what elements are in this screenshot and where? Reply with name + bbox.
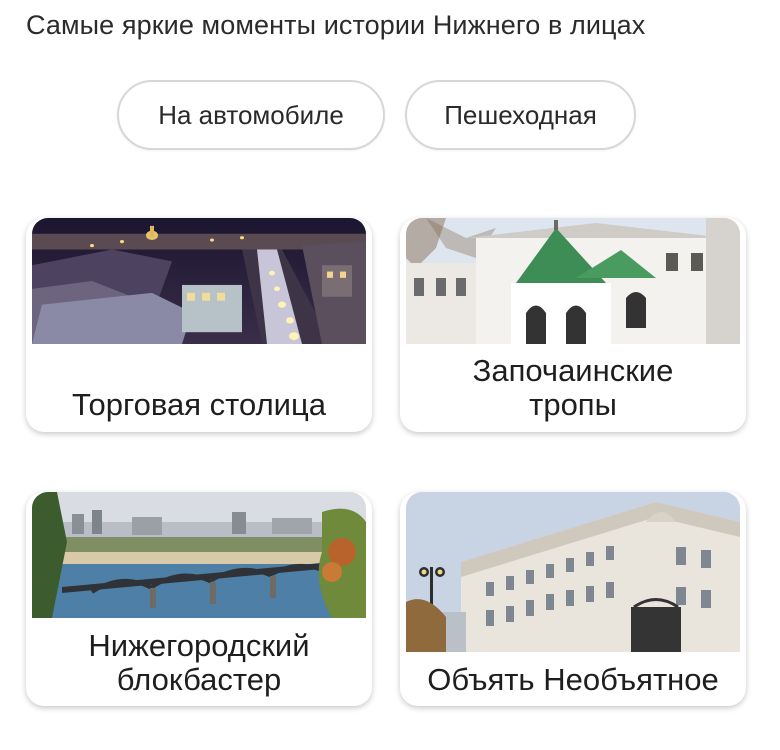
filter-walking-label: Пешеходная bbox=[444, 99, 597, 130]
route-card-nizhny-blockbuster[interactable]: Нижегородский блокбастер bbox=[26, 492, 372, 706]
white-church-green-roof-photo bbox=[406, 218, 740, 344]
filter-walking-button[interactable]: Пешеходная bbox=[405, 80, 636, 150]
route-card-title: Торговая столица bbox=[72, 387, 326, 422]
route-card-title: Нижегородский блокбастер bbox=[88, 628, 310, 697]
route-card-title: Започаинские тропы bbox=[472, 353, 674, 422]
page-subtitle: Самые яркие моменты истории Нижнего в ли… bbox=[26, 10, 646, 40]
route-card-trade-capital[interactable]: Торговая столица bbox=[26, 218, 372, 432]
route-card-zapochainskie-trails[interactable]: Започаинские тропы bbox=[400, 218, 746, 432]
night-city-street-photo bbox=[32, 218, 366, 344]
river-bridge-panorama-photo bbox=[32, 492, 366, 618]
classical-mansion-photo bbox=[406, 492, 740, 652]
filter-by-car-button[interactable]: На автомобиле bbox=[117, 80, 385, 150]
route-card-title: Объять Необъятное bbox=[427, 662, 719, 697]
filter-by-car-label: На автомобиле bbox=[158, 99, 344, 130]
route-card-embrace-the-immense[interactable]: Объять Необъятное bbox=[400, 492, 746, 706]
